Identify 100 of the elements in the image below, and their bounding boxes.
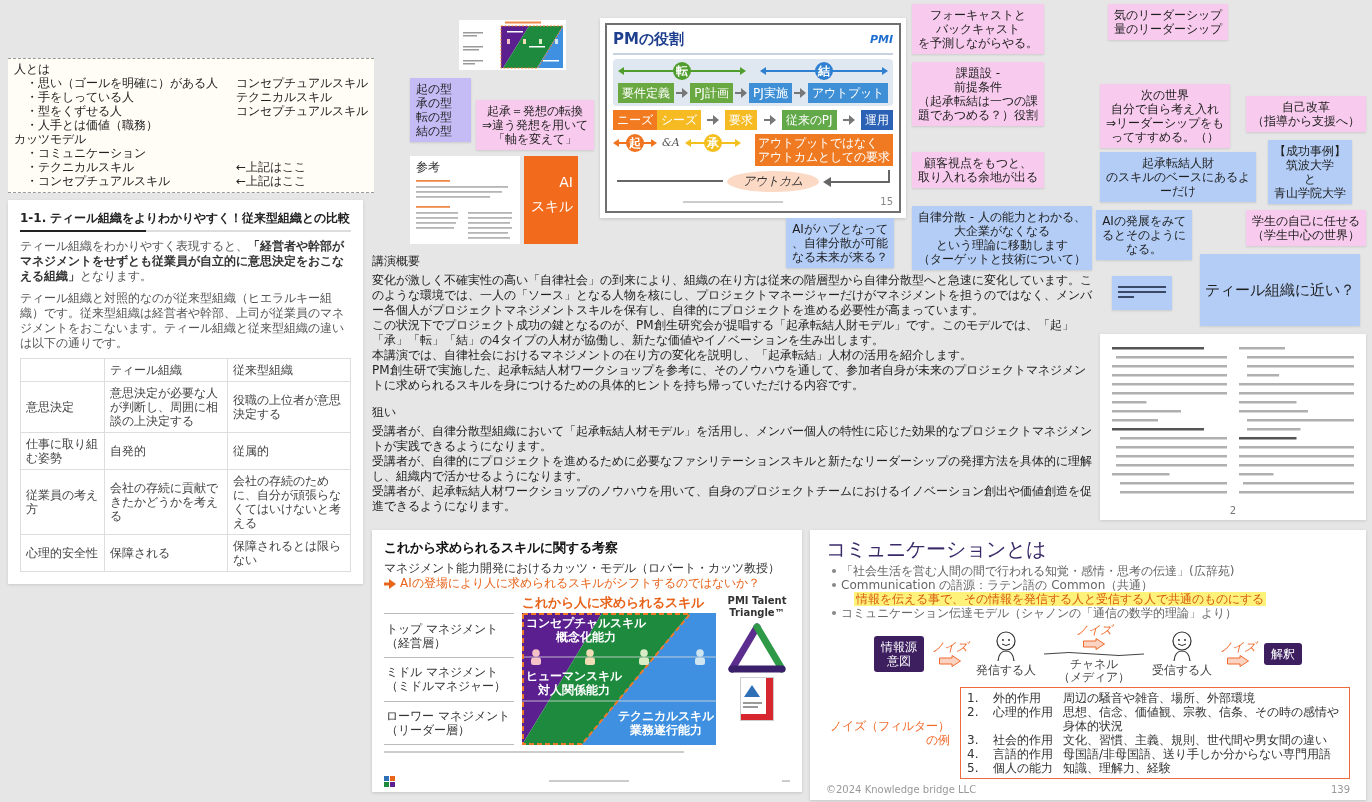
paragraph: 受講者が、起承転結人材ワークショップのノウハウを用いて、自身のプロジェクトチームにおけるイノベーション創出や価値創造を促進できるようになります。 [372,484,1093,514]
table-cell: 自発的 [105,433,228,470]
article-title: 1-1. ティール組織をよりわかりやすく！従来型組織との比較 [20,210,351,226]
paragraph: PM創生研で実施した、起承転結人材ワークショップを参考に、そのノウハウを通して、参加者自身が未来のプロジェクトマネジメントに求められるスキルを身につけるための具体的ヒントを持ち帰っていただける内容です。 [372,363,1087,393]
column-header: ティール組織 [105,359,228,382]
model-box: 情報源 意図 [874,635,924,672]
flow-box: 要求 [725,110,758,130]
table-cell: 会社の存続に貢献できたかどうかを考える [105,470,228,535]
arrow-icon [734,88,747,98]
list-item-text: ・思い（ゴールを明確に）がある人 [26,76,218,90]
row-label: 心理的作用 [993,705,1054,721]
paragraph: ティール組織をわかりやすく表現すると、「経営者や幹部がマネジメントをせずとも従業員が自立的に意思決定をおこなえる組織」となります。 [20,239,346,284]
slide-subtitle: マネジメント能力開発におけるカッツ・モデル（ロバート・カッツ教授） [384,561,781,576]
row-number: 4. [967,747,980,761]
row-text: 知識、理解力、経験 [1063,761,1172,775]
row-number: 2. [967,705,980,721]
triangle-drawing [728,623,786,673]
row-number: 5. [967,761,980,775]
sticky-note: 起承転結人財 のスキルのベースにあるよ ーだけ [1100,152,1256,202]
list-item-text: ・人手とは価値（職務） [26,118,158,132]
connector-text: &A [662,135,680,151]
row-header: 意思決定 [21,382,105,433]
section-heading: 講演概要 [372,254,420,269]
sticky-note: ティール組織に近い？ [1200,254,1360,326]
logo: PMI [869,32,893,46]
skill-label: コンセプチャルスキル 概念化能力 [526,616,646,644]
table-cell: 保障される [105,535,228,572]
row-header: 心理的安全性 [21,535,105,572]
bullet-text: コミュニケーション伝達モデル（シャノンの「通信の数学的理論」より） [841,606,1237,620]
table-cell: 従属的 [228,433,351,470]
sticky-note: 【成功事例】 筑波大学 と 青山学院大学 [1268,140,1352,204]
arrow-icon [1227,655,1249,667]
phase-badge: 起 [626,134,644,152]
phase-badge: 転 [673,62,691,80]
slide-title: コミュニケーションとは [826,537,1047,561]
bullet-icon [832,583,836,587]
book-cover-drawing [740,677,774,721]
phase-badge: 結 [815,62,833,80]
bullet-text: Communication の語源：ラテン語の Common（共通） [841,578,1154,592]
annotation-text: ←上記はここ [236,160,307,174]
row-number: 1. [967,691,980,705]
text-lines-icon [1118,286,1166,300]
sticky-note: AIの発展をみて るとそのように なる。 [1096,210,1192,260]
flow-box: PJ実施 [749,83,792,103]
column-header: 従来型組織 [228,359,351,382]
arrow-icon [763,115,776,125]
table-cell: 会社の存続のために、自分が頑張らなくてはいけないと考える [228,470,351,535]
row-text: 母国語/非母国語、送り手しか分からない専門用語 [1063,747,1333,761]
sticky-note: 課題設 - 前提条件 （起承転結は一つの課 題であつめる？）役割 [912,62,1044,126]
paragraph: 受講者が、自律的にプロジェクトを進めるために必要なファシリテーションスキルと新たなリーダーシップの発揮方法を具体的に理解し、組織内で活かせるようになります。 [372,454,1093,484]
person-icon [694,649,706,665]
page-number: 2 [1229,505,1237,517]
chart-heading: これから人に求められるスキル [522,595,705,612]
outcome-cloud: アウトカム [727,171,819,192]
row-header: 従業員の考え方 [21,470,105,535]
level-label: ミドル マネジメント （ミドルマネジャー） [384,657,514,701]
flow-box: 従来のPJ [781,110,837,130]
sticky-note: 顧客視点をもつと、 取り入れる余地が出る [912,152,1044,188]
person-icon [530,649,542,665]
page-number: 15 [880,196,893,208]
logo-icon [384,776,396,787]
sticky-note: フォーキャストと バックキャスト を予測しながらやる。 [912,4,1044,54]
bullet-icon [832,569,836,573]
annotation-text: テクニカルスキル [236,90,332,104]
skill-label: ヒューマンスキル 対人関係能力 [526,669,622,697]
sticky-note: 起の型 承の型 転の型 結の型 [410,78,471,142]
doc-heading: 人とは [14,62,50,76]
noise-label: ノイズ [1220,640,1256,654]
sticky-note: 自律分散 - 人の能力とわかる、 大企業がなくなる という理論に移動します （ターゲットと技術について） [912,206,1092,270]
model-box: 解釈 [1264,642,1302,665]
flow-box: 要件定義 [618,83,674,103]
page-number: 139 [1330,784,1350,796]
bullet-text: 「社会生活を営む人間の間で行われる知覚・感情・思考の伝達」(広辞苑) [841,564,1235,578]
arrow-icon [707,115,720,125]
sticky-note: 気のリーダーシップ 量のリーダーシップ [1108,4,1228,40]
skill-label: テクニカルスキル 業務遂行能力 [618,709,714,737]
figure-label: 発信する人 [976,663,1036,677]
level-label: トップ マネジメント （経営層） [385,620,499,652]
row-label: 外的作用 [993,691,1042,705]
arrow-icon [939,655,961,667]
arrow-icon [793,88,806,98]
arrow-icon [842,115,855,125]
diagram-title: PMI Talent Triangle™ [726,595,788,619]
sticky-note: 学生の自己に任せる （学生中心の世界） [1246,210,1366,246]
table-cell: 保障されるとは限らない [228,535,351,572]
list-item-text: ・コンセプチュアルスキル [26,174,170,188]
paragraph: 本講演では、自律社会におけるマネジメントの在り方の変化を説明し、「起承転結」人材の活用を紹介します。 [372,348,973,363]
flow-box: ニーズ [613,110,657,130]
paragraph: 変化が激しく不確実性の高い「自律社会」の到来により、組織の在り方は従来の階層型から自律分散型へと急速に変化しています。このような環境では、一人の「ソース」となる人物を核にし、プロジェクトマネージャーだけがマネジメントを担うのではなく、メンバー各個人がプロジェクトマネジメントスキルを保有し、自律的にプロジェクトを進める必要性が高まっています。 [372,273,1093,318]
arrow-icon [676,88,689,98]
phase-badge: 承 [703,134,722,152]
paragraph: ティール組織と対照的なのが従来型組織（ヒエラルキー組織）です。従来型組織は経営者や幹部、上司が従業員のマネジメントをおこないます。ティール組織と従来型組織の違いは以下の通りです。 [20,291,345,351]
flow-box: シーズ [657,110,701,130]
person-icon [584,649,596,665]
noise-label: ノイズ [1076,623,1112,637]
channel-label: チャネル （メディア） [1058,658,1130,684]
bullet-icon [832,611,836,615]
slide-title: これから求められるスキルに関する考察 [384,539,619,556]
label-card: AI スキル [524,156,578,244]
paragraph: 受講者が、自律分散型組織において「起承転結人材モデル」を活用し、メンバー個人の特性に応じた効果的なプロジェクトマネジメントが実践できるようになります。 [372,424,1093,454]
